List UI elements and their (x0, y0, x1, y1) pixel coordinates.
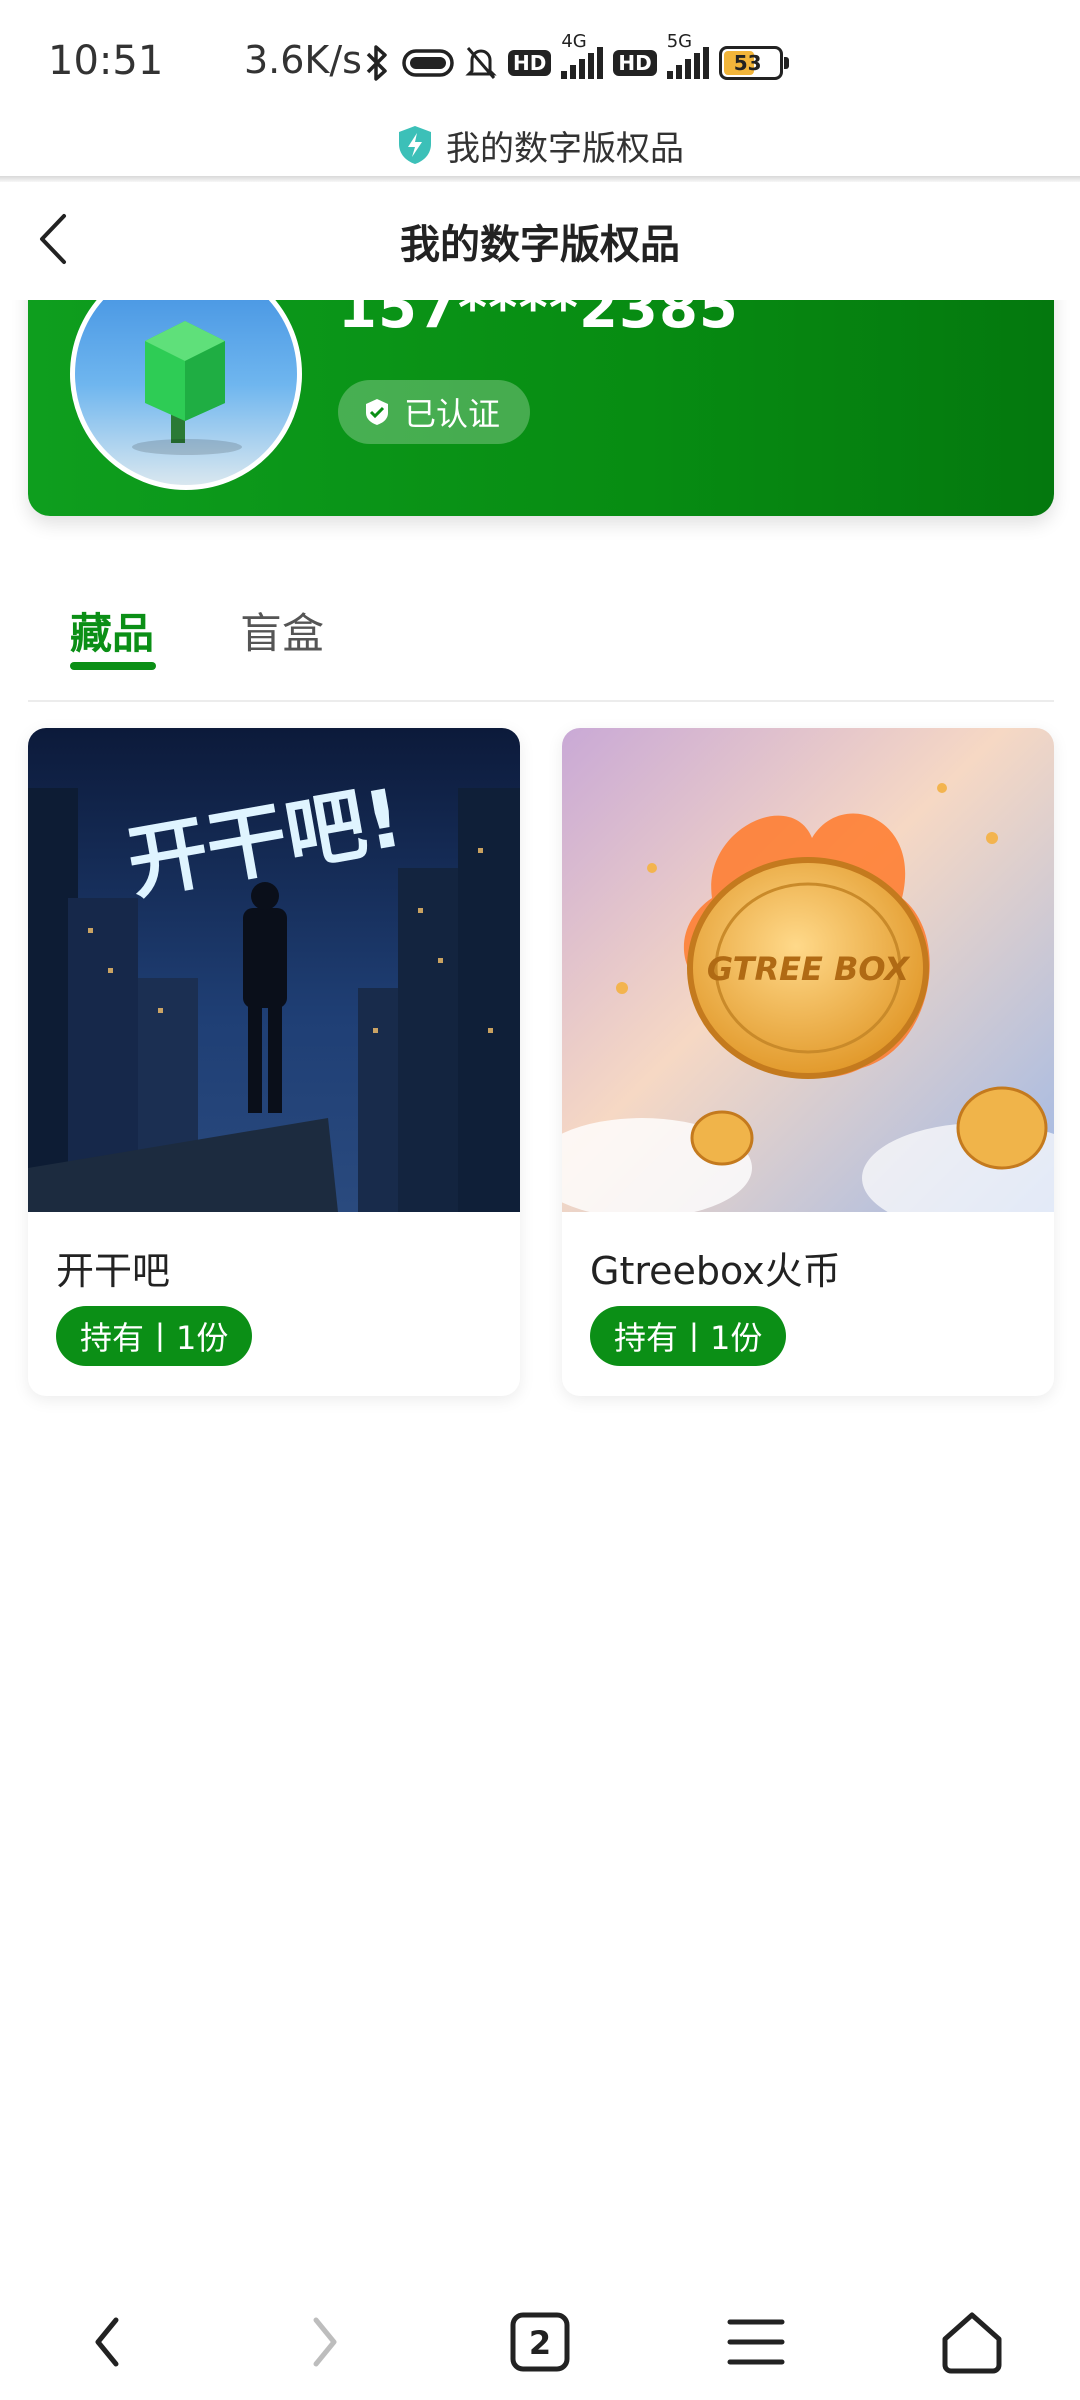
tab-blind-box[interactable]: 盲盒 (240, 600, 324, 661)
home-icon (942, 2312, 1002, 2374)
menu-button[interactable] (716, 2302, 796, 2382)
collection-title: 开干吧 (56, 1249, 171, 1293)
signal-icon-sim2: 5G (666, 31, 709, 79)
hamburger-menu-icon (727, 2319, 785, 2365)
app-bar-title: 我的数字版权品 (446, 128, 684, 169)
bell-mute-icon (465, 47, 497, 79)
ownership-badge: 持有丨1份 (56, 1306, 253, 1366)
hd-icon: HD (613, 50, 657, 76)
tab-indicator (70, 662, 156, 670)
svg-text:2: 2 (529, 2324, 551, 2362)
tabs-count-icon: 2 (510, 2312, 570, 2372)
app-bar: 我的数字版权品 (0, 110, 1080, 180)
ownership-badge: 持有丨1份 (590, 1306, 787, 1366)
page-header: 我的数字版权品 (0, 182, 1080, 300)
signal-icon-sim1: 4G (561, 31, 604, 79)
chevron-right-icon (313, 2317, 337, 2367)
tabs-button[interactable]: 2 (500, 2302, 580, 2382)
svg-text:GTREE BOX: GTREE BOX (707, 950, 910, 988)
nav-back-button[interactable] (68, 2302, 148, 2382)
collection-image: GTREE BOX (562, 728, 1054, 1212)
nav-forward-button[interactable] (284, 2302, 364, 2382)
status-bar: 10:51 3.6K/s HD 4G HD 5G 53 (0, 0, 1080, 110)
tab-collection[interactable]: 藏品 (70, 600, 154, 661)
shield-bolt-icon (399, 126, 431, 164)
collection-card[interactable]: GTREE BOX Gtreebox火币 持有丨1份 (562, 728, 1054, 1396)
page-title: 我的数字版权品 (400, 222, 680, 268)
battery-icon: 53 (718, 46, 789, 80)
battery-level: 53 (733, 51, 762, 75)
bottom-nav: 2 (0, 2280, 1080, 2400)
status-time: 10:51 (48, 38, 164, 84)
bluetooth-icon (366, 45, 387, 81)
collection-image: 开干吧! (28, 728, 520, 1212)
home-button[interactable] (932, 2302, 1012, 2382)
verified-badge: 已认证 (338, 380, 531, 444)
chevron-left-icon (95, 2317, 119, 2367)
pill-toggle-icon (402, 49, 454, 77)
collection-title: Gtreebox火币 (590, 1249, 841, 1293)
verified-check-icon (366, 399, 388, 425)
tab-bar: 藏品 盲盒 (28, 580, 1054, 702)
status-icons: HD 4G HD 5G 53 (362, 31, 789, 86)
hd-icon: HD (508, 50, 552, 76)
collection-card[interactable]: 开干吧! 开干吧 持有丨1份 (28, 728, 520, 1396)
verified-label: 已认证 (404, 395, 501, 433)
network-speed: 3.6K/s (244, 38, 362, 82)
